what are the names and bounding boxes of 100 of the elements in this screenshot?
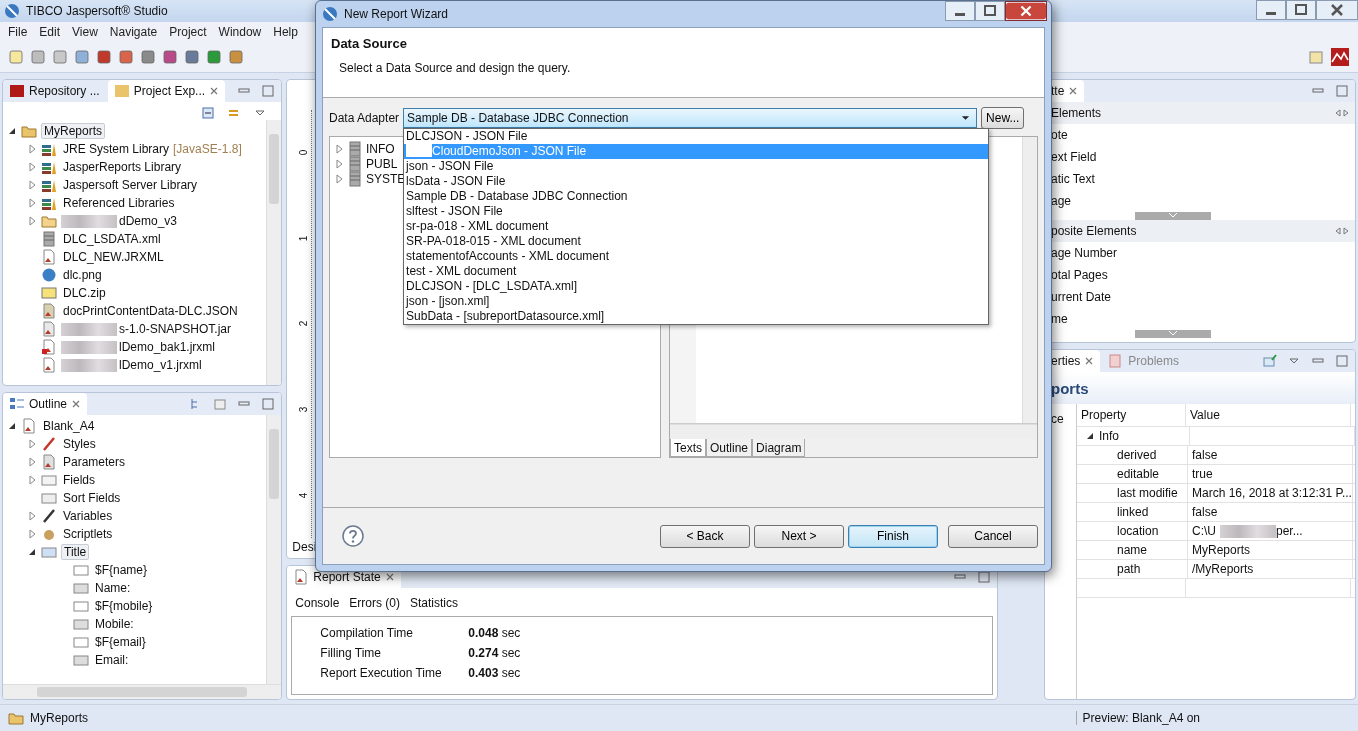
column-header[interactable]: Property (1077, 404, 1186, 426)
panel-tab[interactable]: Repository ... (3, 80, 106, 102)
tree-item[interactable]: Title (61, 544, 90, 560)
new-button[interactable]: New... (981, 107, 1025, 129)
dropdown-option[interactable]: sr-pa-018 - XML document (404, 219, 989, 234)
tree-item[interactable]: Referenced Libraries (61, 196, 177, 210)
tree-item[interactable]: $F{name} (93, 563, 150, 577)
restore-icon[interactable] (975, 1, 1005, 21)
scrollbar[interactable] (3, 684, 282, 699)
wizard-button[interactable]: Next > (754, 524, 844, 548)
data-adapter-dropdown[interactable]: Sample DB - Database JDBC Connection (403, 108, 978, 128)
tree-item[interactable]: JRE System Library (61, 142, 172, 156)
dropdown-option[interactable]: slftest - JSON File (404, 204, 989, 219)
dropdown-option[interactable]: lsData - JSON File (404, 174, 989, 189)
close-icon[interactable] (209, 86, 220, 96)
table-icon[interactable] (213, 397, 228, 411)
menu-item[interactable]: Window (212, 25, 268, 39)
panel-tab[interactable]: Project Exp... (107, 80, 226, 102)
tree-item[interactable]: PUBL (366, 156, 398, 171)
expand-arrow-icon[interactable] (1085, 431, 1095, 441)
tree-item[interactable]: Sort Fields (61, 491, 123, 505)
tree-item[interactable]: dDemo_v3 (117, 214, 180, 228)
menu-item[interactable]: Edit (33, 25, 67, 39)
section-tab[interactable]: ce (1051, 412, 1064, 426)
tree-item[interactable]: Name: (93, 581, 133, 595)
tree-item[interactable]: Jaspersoft Server Library (61, 178, 200, 192)
tree-item[interactable]: MyReports (41, 123, 105, 139)
maximize-icon[interactable] (261, 397, 276, 411)
tree-item[interactable]: Blank_A4 (41, 419, 97, 433)
tree-item[interactable]: docPrintContentData-DLC.JSON (61, 304, 240, 318)
tree-item[interactable]: lDemo_bak1.jrxml (117, 340, 218, 354)
wizard-button[interactable]: < Back (660, 524, 750, 548)
query-tab[interactable]: Outline (706, 439, 753, 457)
column-header[interactable]: Value (1186, 404, 1351, 426)
dropdown-option[interactable]: DLCJSON - JSON File (404, 129, 989, 144)
scrollbar[interactable] (266, 120, 282, 385)
tree-item[interactable]: DLC.zip (61, 286, 108, 300)
dropdown-option[interactable]: SubData - [subreportDatasource.xml] (404, 309, 989, 324)
wizard-button[interactable]: Cancel (948, 524, 1038, 548)
dropdown-option[interactable]: test - XML document (404, 264, 989, 279)
tree-item[interactable]: $F{email} (93, 635, 148, 649)
wizard-button[interactable]: Finish (848, 524, 938, 548)
scroll-down-handle[interactable] (1135, 212, 1211, 220)
dropdown-option[interactable]: SR-PA-018-015 - XML document (404, 234, 989, 249)
sub-tab[interactable]: Statistics (410, 596, 458, 610)
maximize-icon[interactable] (261, 84, 276, 98)
maximize-icon[interactable] (977, 570, 991, 584)
close-icon[interactable] (1084, 356, 1095, 366)
maximize-icon[interactable] (1335, 84, 1349, 98)
tree-item[interactable]: Variables (61, 509, 115, 523)
close-icon[interactable] (1068, 86, 1079, 96)
tree-item[interactable]: s-1.0-SNAPSHOT.jar (117, 322, 234, 336)
tree-item[interactable]: $F{mobile} (93, 599, 155, 613)
panel-tab[interactable]: Outline (3, 393, 88, 415)
query-tab[interactable]: Texts (670, 439, 706, 457)
expand-arrow-icon[interactable] (7, 126, 17, 136)
dropdown-option[interactable]: Sample DB - Database JDBC Connection (404, 189, 989, 204)
menu-item[interactable]: File (2, 25, 34, 39)
menu-item[interactable]: Navigate (103, 25, 164, 39)
tree-item[interactable]: Parameters (61, 455, 128, 469)
expand-arrow-icon[interactable] (7, 421, 17, 431)
close-icon[interactable] (1316, 0, 1358, 20)
tree-item[interactable]: JasperReports Library (61, 160, 184, 174)
sub-tab[interactable]: Console (295, 596, 340, 610)
dropdown-option[interactable]: json - [json.xml] (404, 294, 989, 309)
help-icon[interactable] (341, 524, 365, 548)
tree-item[interactable]: lDemo_v1.jrxml (117, 358, 204, 372)
tree-item[interactable]: SYSTE (366, 171, 406, 186)
tree-item[interactable]: INFO (366, 141, 395, 156)
dropdown-option[interactable]: DLCJSON - [DLC_LSDATA.xml] (404, 279, 989, 294)
restore-icon[interactable] (1286, 0, 1316, 20)
tree-item[interactable]: Email: (93, 653, 131, 667)
minimize-icon[interactable] (1256, 0, 1286, 20)
tree-item[interactable]: DLC_LSDATA.xml (61, 232, 163, 246)
query-tab[interactable]: Diagram (752, 439, 806, 457)
close-icon[interactable] (384, 572, 395, 582)
pin-arrows-icon[interactable] (1335, 226, 1349, 236)
tree-item[interactable]: Styles (61, 437, 98, 451)
dropdown-option[interactable]: json - JSON File (404, 159, 989, 174)
close-icon[interactable] (71, 399, 82, 409)
collapse-all-icon[interactable] (201, 106, 216, 120)
tree-item[interactable]: DLC_NEW.JRXML (61, 250, 166, 264)
menu-item[interactable]: Project (163, 25, 213, 39)
menu-item[interactable]: Help (267, 25, 304, 39)
tree-item[interactable]: dlc.png (61, 268, 104, 282)
pin-arrows-icon[interactable] (1335, 108, 1349, 118)
close-icon[interactable] (1005, 1, 1047, 21)
minimize-icon[interactable] (945, 1, 975, 21)
tree-item[interactable]: Scriptlets (61, 527, 115, 541)
sub-tab[interactable]: Errors (0) (349, 596, 400, 610)
menu-item[interactable]: View (66, 25, 104, 39)
tree-item[interactable]: Fields (61, 473, 97, 487)
tree-item[interactable]: Mobile: (93, 617, 136, 631)
maximize-icon[interactable] (1335, 354, 1349, 368)
scroll-down-handle[interactable] (1135, 330, 1211, 338)
expand-arrow-icon[interactable] (27, 547, 37, 557)
dropdown-option[interactable]: statementofAccounts - XML document (404, 249, 989, 264)
window-title: TIBCO Jaspersoft® Studio (26, 4, 168, 18)
pin-icon[interactable] (1263, 354, 1277, 368)
scrollbar[interactable] (266, 415, 282, 684)
